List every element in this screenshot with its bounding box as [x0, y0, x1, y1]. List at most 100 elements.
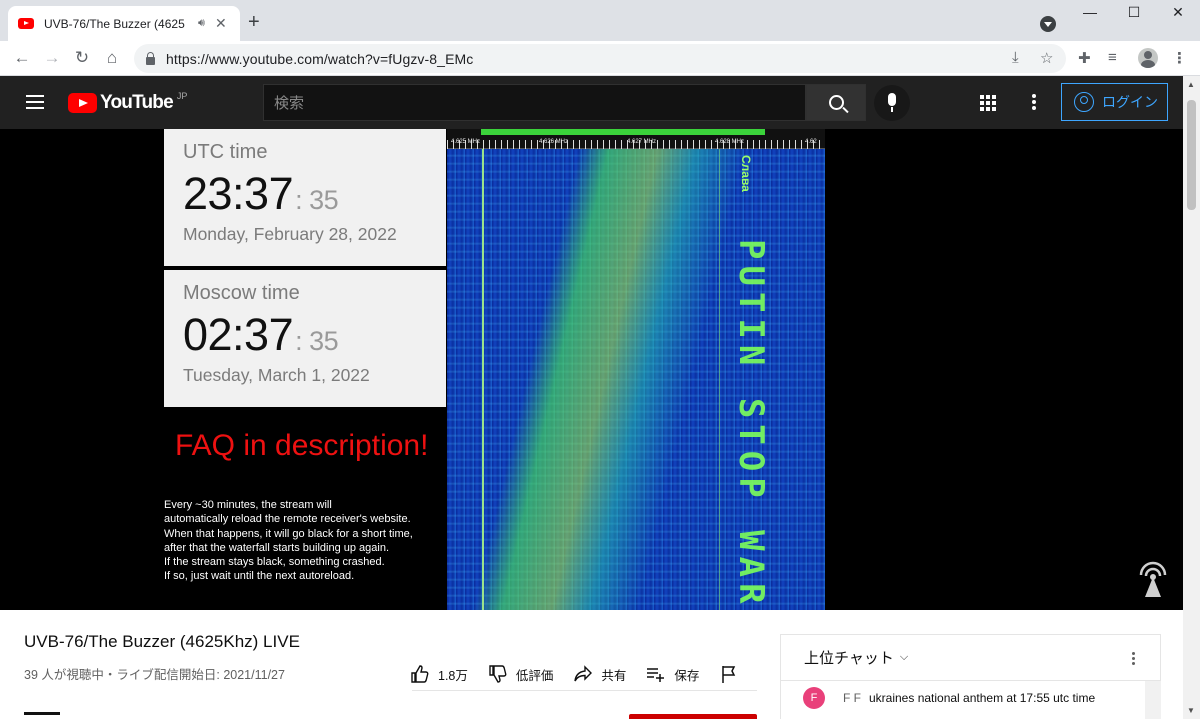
chat-message-text: ukraines national anthem at 17:55 utc ti… [869, 691, 1096, 705]
waterfall-message: PUTIN STOP WAR [731, 239, 771, 610]
chrome-menu-icon[interactable]: ⋮ [1172, 49, 1187, 67]
settings-more-icon[interactable] [1032, 94, 1036, 112]
video-actions: 1.8万 低評価 共有 保存 [410, 664, 767, 684]
back-icon[interactable]: ← [12, 48, 32, 68]
login-label: ログイン [1102, 94, 1158, 110]
thumbs-up-icon [411, 665, 429, 683]
page-viewport: YouTube JP 検索 ログイン UTC time 23:37: 35 Mo… [0, 76, 1183, 719]
moscow-seconds: : 35 [295, 326, 339, 356]
browser-toolbar: ← → ↻ ⌂ https://www.youtube.com/watch?v=… [0, 41, 1200, 76]
freq-label: 4.628 MHz [715, 139, 745, 145]
home-icon[interactable]: ⌂ [102, 48, 122, 68]
actions-divider [412, 690, 757, 691]
browser-tab-strip: UVB-76/The Buzzer (4625 🔊︎ ✕ + — ☐ ✕ [0, 0, 1200, 41]
like-button[interactable]: 1.8万 [410, 664, 468, 684]
flag-icon [722, 666, 736, 683]
carrier-line [719, 149, 720, 610]
minimize-icon[interactable]: — [1070, 4, 1110, 20]
utc-clock-panel: UTC time 23:37: 35 Monday, February 28, … [164, 129, 446, 266]
chat-mode-selector[interactable]: 上位チャット ⌵ [781, 635, 1160, 681]
scroll-thumb[interactable] [1187, 100, 1196, 210]
dislike-button[interactable]: 低評価 [488, 664, 554, 684]
account-circle-icon [1074, 92, 1094, 112]
profile-avatar-icon[interactable] [1138, 48, 1158, 68]
install-app-icon[interactable]: ⤓ [1012, 49, 1019, 66]
youtube-play-icon [68, 93, 97, 113]
scroll-up-icon[interactable]: ▲ [1187, 80, 1195, 89]
freq-label: 4.627 MHz [627, 139, 657, 145]
guide-menu-icon[interactable] [26, 95, 44, 109]
dislike-label: 低評価 [515, 668, 554, 683]
sdr-waterfall: 4.625 MHz 4.626 MHz 4.627 MHz 4.628 MHz … [447, 129, 825, 610]
playlist-add-icon [647, 668, 665, 682]
tab-search-icon[interactable] [1040, 16, 1056, 32]
login-button[interactable]: ログイン [1061, 83, 1168, 121]
live-chat-panel: 上位チャット ⌵ F F F ukraines national anthem … [780, 634, 1161, 719]
video-player[interactable]: UTC time 23:37: 35 Monday, February 28, … [0, 129, 1183, 610]
apps-grid-icon[interactable] [980, 95, 996, 111]
share-button[interactable]: 共有 [573, 664, 626, 684]
report-button[interactable] [719, 664, 747, 684]
audio-playing-icon[interactable]: 🔊︎ [198, 17, 205, 30]
share-label: 共有 [601, 668, 627, 683]
browser-tab[interactable]: UVB-76/The Buzzer (4625 🔊︎ ✕ [8, 6, 240, 41]
utc-label: UTC time [183, 141, 268, 163]
maximize-icon[interactable]: ☐ [1114, 4, 1154, 21]
reload-note: Every ~30 minutes, the stream will autom… [164, 499, 413, 583]
passband-bar [481, 129, 765, 135]
save-button[interactable]: 保存 [646, 664, 699, 684]
subscribe-button-edge[interactable] [629, 714, 757, 719]
video-meta: 39 人が視聴中・ライブ配信開始日: 2021/11/27 [24, 668, 285, 682]
utc-time: 23:37: 35 [183, 168, 339, 219]
chat-author-name[interactable]: F F [843, 691, 861, 705]
tab-close-icon[interactable]: ✕ [215, 15, 227, 32]
moscow-time: 02:37: 35 [183, 309, 339, 360]
address-url[interactable]: https://www.youtube.com/watch?v=fUgzv-8_… [166, 51, 473, 67]
faq-notice: FAQ in description! [175, 429, 429, 462]
close-window-icon[interactable]: ✕ [1158, 4, 1198, 21]
search-placeholder: 検索 [274, 95, 305, 112]
page-scrollbar[interactable]: ▲ ▼ [1183, 76, 1200, 719]
media-control-icon[interactable]: ≡ [1108, 49, 1117, 66]
address-bar[interactable]: https://www.youtube.com/watch?v=fUgzv-8_… [134, 44, 1066, 73]
chat-scrollbar[interactable] [1145, 681, 1161, 719]
utc-date: Monday, February 28, 2022 [183, 224, 397, 244]
frequency-ruler: 4.625 MHz 4.626 MHz 4.627 MHz 4.628 MHz … [447, 129, 825, 149]
search-icon [828, 95, 844, 110]
freq-label: 4.626 MHz [539, 139, 569, 145]
save-label: 保存 [674, 668, 700, 683]
lock-icon[interactable] [146, 51, 155, 65]
region-code: JP [176, 91, 188, 101]
utc-seconds: : 35 [295, 185, 339, 215]
new-tab-icon[interactable]: + [248, 11, 260, 34]
youtube-logo[interactable]: YouTube JP [68, 91, 188, 114]
carrier-line [482, 149, 484, 610]
thumbs-down-icon [489, 665, 507, 683]
youtube-favicon-icon [18, 18, 34, 29]
youtube-logo-text: YouTube [100, 92, 174, 113]
chat-header-label: 上位チャット [804, 650, 894, 667]
moscow-date: Tuesday, March 1, 2022 [183, 365, 370, 385]
freq-label: 4.62 [805, 139, 817, 145]
forward-icon[interactable]: → [42, 48, 62, 68]
search-button[interactable] [806, 84, 866, 121]
video-title: UVB-76/The Buzzer (4625Khz) LIVE [24, 632, 300, 651]
chat-message: F F F ukraines national anthem at 17:55 … [803, 687, 1095, 709]
voice-search-mic-icon[interactable] [874, 85, 910, 121]
channel-row-edge [24, 712, 60, 719]
youtube-masthead: YouTube JP 検索 ログイン [0, 76, 1183, 129]
chat-more-icon[interactable] [1132, 652, 1136, 667]
share-arrow-icon [574, 665, 593, 682]
scroll-down-icon[interactable]: ▼ [1187, 706, 1195, 715]
reload-icon[interactable]: ↻ [72, 48, 92, 68]
chat-author-avatar[interactable]: F [803, 687, 825, 709]
moscow-label: Moscow time [183, 282, 300, 304]
channel-watermark-icon[interactable] [1137, 559, 1169, 597]
chevron-down-icon: ⌵ [899, 651, 909, 663]
bookmark-star-icon[interactable]: ☆ [1040, 49, 1053, 67]
extensions-icon[interactable]: ✚ [1078, 49, 1091, 67]
moscow-clock-panel: Moscow time 02:37: 35 Tuesday, March 1, … [164, 270, 446, 407]
like-count: 1.8万 [438, 668, 468, 683]
tab-title: UVB-76/The Buzzer (4625 [44, 16, 185, 31]
search-input[interactable]: 検索 [263, 84, 806, 121]
